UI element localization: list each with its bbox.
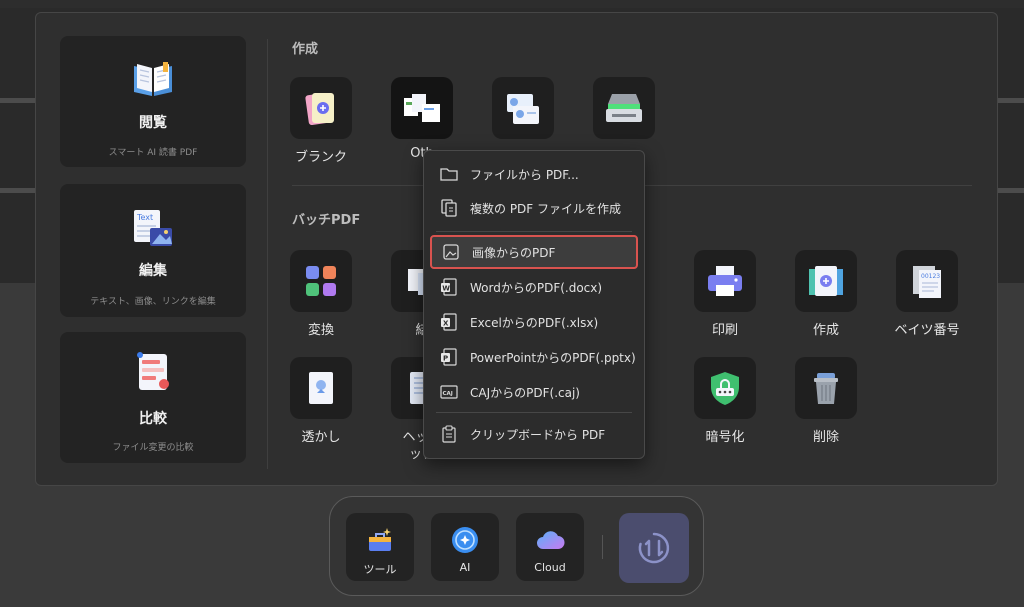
folder-icon <box>438 164 460 184</box>
menu-item-label: クリップボードから PDF <box>470 427 606 442</box>
compare-document-icon <box>137 352 169 390</box>
create-context-menu: ファイルから PDF... 複数の PDF ファイルを作成 画像からのPDF W… <box>423 150 645 459</box>
id-card-icon <box>492 77 554 139</box>
ai-assistant-icon <box>452 527 478 553</box>
dock-label: ツール <box>363 563 397 576</box>
dock-convert-button[interactable] <box>619 513 689 583</box>
svg-text:X: X <box>443 320 449 328</box>
section-title-batch: バッチPDF <box>292 213 361 228</box>
tool-bates[interactable]: 00123 ベイツ番号 <box>877 250 977 350</box>
powerpoint-icon: P <box>438 347 460 367</box>
dock-label: AI <box>459 561 471 574</box>
dock-ai-button[interactable]: AI <box>431 513 499 581</box>
svg-text:CAJ: CAJ <box>443 391 453 397</box>
svg-text:00123: 00123 <box>921 273 940 280</box>
scanner-icon <box>593 77 655 139</box>
tool-print[interactable]: 印刷 <box>675 250 775 350</box>
clipboard-icon <box>438 424 460 444</box>
tool-label: 削除 <box>812 430 839 445</box>
toolbox-icon <box>369 528 391 551</box>
watermark-icon <box>290 357 352 419</box>
menu-separator <box>436 231 632 232</box>
tool-create[interactable]: 作成 <box>776 250 876 350</box>
tool-label: ベイツ番号 <box>894 323 960 338</box>
multi-file-icon <box>438 198 460 218</box>
menu-item-label: WordからのPDF(.docx) <box>470 280 603 295</box>
sidebar-subtitle: テキスト、画像、リンクを編集 <box>90 297 216 307</box>
tool-watermark[interactable]: 透かし <box>271 357 371 457</box>
menu-item-label: PowerPointからのPDF(.pptx) <box>470 350 636 365</box>
tool-delete[interactable]: 削除 <box>776 357 876 457</box>
sidebar-card-read[interactable]: 閲覧 スマート AI 読書 PDF <box>60 36 246 167</box>
menu-item-label: CAJからのPDF(.caj) <box>470 385 580 400</box>
menu-item-label: ExcelからのPDF(.xlsx) <box>470 315 599 330</box>
section-title-create: 作成 <box>292 42 319 57</box>
tool-convert[interactable]: 変換 <box>271 250 371 350</box>
sidebar-card-edit[interactable]: Text 編集 テキスト、画像、リンクを編集 <box>60 184 246 317</box>
bates-number-icon: 00123 <box>896 250 958 312</box>
menu-item-from-powerpoint[interactable]: P PowerPointからのPDF(.pptx) <box>430 341 638 373</box>
sidebar-subtitle: ファイル変更の比較 <box>112 443 194 453</box>
menu-item-label: ファイルから PDF... <box>470 167 579 182</box>
other-documents-icon <box>391 77 453 139</box>
sidebar-title: 比較 <box>139 411 167 427</box>
bg-top <box>0 0 1024 8</box>
caj-icon: CAJ <box>438 382 460 402</box>
bottom-dock: ツール AI Cloud <box>329 496 704 596</box>
word-icon: W <box>438 277 460 297</box>
svg-text:P: P <box>443 355 448 363</box>
menu-item-from-caj[interactable]: CAJ CAJからのPDF(.caj) <box>430 376 638 408</box>
menu-item-from-excel[interactable]: X ExcelからのPDF(.xlsx) <box>430 306 638 338</box>
convert-cycle-icon <box>638 532 670 564</box>
menu-item-label: 複数の PDF ファイルを作成 <box>470 201 622 216</box>
shield-lock-icon <box>694 357 756 419</box>
menu-item-multiple-files[interactable]: 複数の PDF ファイルを作成 <box>430 192 638 224</box>
image-icon <box>440 242 462 262</box>
sidebar-subtitle: スマート AI 読書 PDF <box>108 148 198 158</box>
svg-text:Text: Text <box>136 213 153 222</box>
cloud-icon <box>537 531 565 549</box>
menu-item-from-word[interactable]: W WordからのPDF(.docx) <box>430 271 638 303</box>
trash-icon <box>795 357 857 419</box>
menu-item-label: 画像からのPDF <box>472 245 556 260</box>
excel-icon: X <box>438 312 460 332</box>
sidebar-card-compare[interactable]: 比較 ファイル変更の比較 <box>60 332 246 463</box>
dock-label: Cloud <box>534 561 566 574</box>
menu-item-from-clipboard[interactable]: クリップボードから PDF <box>430 418 638 450</box>
dock-separator <box>602 535 603 559</box>
dock-cloud-button[interactable]: Cloud <box>516 513 584 581</box>
open-book-icon <box>134 62 172 96</box>
printer-icon <box>694 250 756 312</box>
convert-grid-icon <box>290 250 352 312</box>
menu-separator <box>436 412 632 413</box>
vertical-divider <box>267 39 268 469</box>
tool-blank[interactable]: ブランク <box>271 77 371 177</box>
menu-item-from-file[interactable]: ファイルから PDF... <box>430 158 638 190</box>
tool-encrypt[interactable]: 暗号化 <box>675 357 775 457</box>
sidebar-title: 編集 <box>139 263 167 279</box>
menu-item-from-image[interactable]: 画像からのPDF <box>430 235 638 269</box>
sidebar-title: 閲覧 <box>139 115 167 131</box>
svg-text:W: W <box>442 285 450 293</box>
edit-text-icon: Text <box>134 210 172 246</box>
blank-document-icon <box>290 77 352 139</box>
dock-tools-button[interactable]: ツール <box>346 513 414 581</box>
create-pdf-icon <box>795 250 857 312</box>
